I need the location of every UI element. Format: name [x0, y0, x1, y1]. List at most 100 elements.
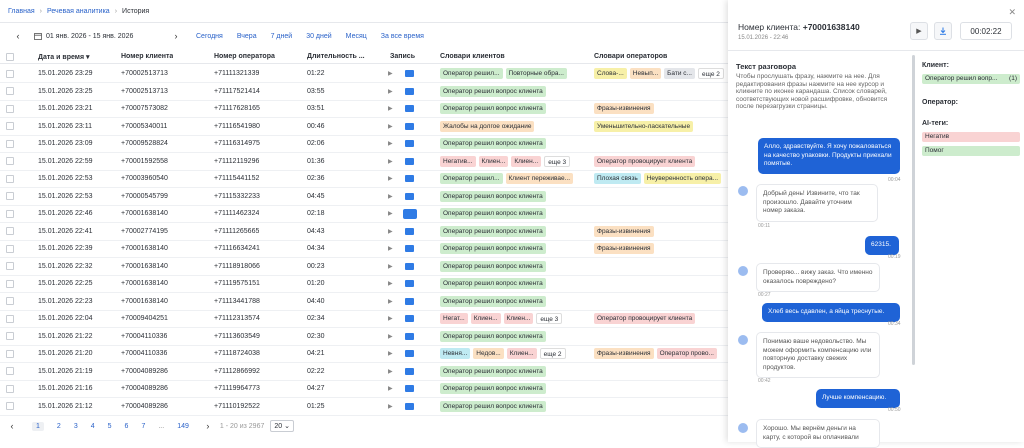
dict-tag[interactable]: Оператор решил вопрос клиента — [440, 225, 546, 237]
prev-period-icon[interactable]: ‹ — [12, 31, 24, 41]
dict-tag[interactable]: Уменьшительно-ласкательные — [594, 120, 694, 132]
ai-tag-helped[interactable]: Помог — [922, 146, 1020, 156]
transcript-icon[interactable] — [405, 245, 414, 252]
row-checkbox[interactable] — [6, 192, 14, 200]
dict-tag[interactable]: Оператор прово... — [656, 348, 717, 359]
transcript-icon[interactable] — [405, 140, 414, 147]
table-row[interactable]: 15.01.2026 22:23 +70001638140 +71113441788… — [0, 293, 728, 311]
play-icon[interactable]: ▶ — [388, 193, 393, 200]
page-149[interactable]: 149 — [177, 423, 189, 430]
dict-tag[interactable]: Оператор решил вопрос клиента — [440, 295, 546, 307]
row-checkbox[interactable] — [6, 384, 14, 393]
dict-tag[interactable]: Оператор решил... — [440, 68, 503, 79]
table-row[interactable]: 15.01.2026 23:09 +70009528824 +71116314975… — [0, 135, 728, 153]
client-tag[interactable]: Оператор решил вопр... (1) — [922, 74, 1020, 84]
page-4[interactable]: 4 — [91, 423, 95, 430]
dict-tag[interactable]: Фразы-извинения — [594, 225, 654, 237]
play-icon[interactable]: ▶ — [388, 403, 393, 410]
transcript-icon[interactable] — [405, 175, 414, 182]
table-row[interactable]: 15.01.2026 23:29 +70002513713 +71111321339… — [0, 65, 728, 83]
table-row[interactable]: 15.01.2026 22:59 +70001592558 +71112119296… — [0, 153, 728, 171]
dict-tag[interactable]: Оператор решил вопрос клиента — [440, 330, 546, 342]
transcript-icon[interactable] — [405, 315, 414, 322]
message-operator[interactable]: Понимаю ваше недовольство. Мы можем офор… — [756, 332, 880, 378]
dict-tag[interactable]: Клиен... — [478, 155, 509, 167]
row-checkbox[interactable] — [6, 279, 14, 288]
row-checkbox[interactable] — [6, 69, 14, 78]
transcript-icon[interactable] — [405, 402, 414, 410]
transcript-icon[interactable] — [405, 157, 414, 165]
table-row[interactable]: 15.01.2026 22:32 +70001638140 +71118918066… — [0, 258, 728, 276]
table-row[interactable]: 15.01.2026 22:04 +70009404251 +71112313574… — [0, 310, 728, 328]
quick-filter-7days[interactable]: 7 дней — [271, 33, 293, 40]
prev-page-icon[interactable]: ‹ — [6, 421, 18, 431]
dict-tag[interactable]: Оператор решил вопрос клиента — [440, 243, 546, 254]
next-period-icon[interactable]: › — [170, 31, 182, 41]
row-checkbox[interactable] — [6, 157, 14, 165]
transcript-icon[interactable] — [405, 350, 414, 357]
row-checkbox[interactable] — [6, 262, 14, 270]
play-icon[interactable]: ▶ — [388, 298, 393, 305]
transcript-icon[interactable] — [405, 385, 414, 392]
dict-tag[interactable]: Повторные обра... — [505, 68, 567, 79]
play-icon[interactable]: ▶ — [388, 228, 393, 235]
play-icon[interactable]: ▶ — [388, 315, 393, 322]
page-6[interactable]: 6 — [125, 423, 129, 430]
play-icon[interactable]: ▶ — [388, 350, 393, 357]
dict-tag[interactable]: еще 2 — [539, 348, 566, 359]
message-operator[interactable]: Проверяю... вижу заказ. Что именно оказа… — [756, 263, 880, 292]
table-row[interactable]: 15.01.2026 22:41 +70002774195 +71111265665… — [0, 223, 728, 241]
dict-tag[interactable]: Оператор решил вопрос клиента — [440, 103, 546, 114]
transcript-icon[interactable] — [405, 70, 414, 77]
dict-tag[interactable]: Слова-... — [594, 68, 627, 79]
dict-tag[interactable]: Оператор решил вопрос клиента — [440, 208, 546, 219]
table-row[interactable]: 15.01.2026 22:25 +70001638140 +71119575151… — [0, 275, 728, 293]
dict-tag[interactable]: Фразы-извинения — [594, 243, 654, 254]
quick-filter-today[interactable]: Сегодня — [196, 33, 223, 40]
row-checkbox[interactable] — [6, 174, 14, 183]
play-icon[interactable]: ▶ — [388, 175, 393, 182]
row-checkbox[interactable] — [6, 349, 14, 358]
table-row[interactable]: 15.01.2026 21:19 +70004089286 +71112866992… — [0, 363, 728, 381]
dict-tag[interactable]: Плохая связь — [594, 173, 641, 184]
table-row[interactable]: 15.01.2026 22:53 +70000545799 +71115332233… — [0, 188, 728, 206]
row-checkbox[interactable] — [6, 87, 14, 95]
dict-tag[interactable]: Оператор провоцирует клиента — [594, 313, 696, 324]
play-icon[interactable]: ▶ — [388, 88, 393, 95]
dict-tag[interactable]: Оператор решил вопрос клиента — [440, 85, 546, 97]
dict-tag[interactable]: Жалобы на долгое ожидание — [440, 120, 535, 132]
quick-filter-all-time[interactable]: За все время — [381, 33, 424, 40]
ai-tag-negative[interactable]: Негатив — [922, 132, 1020, 142]
transcript-icon[interactable] — [403, 208, 417, 219]
row-checkbox[interactable] — [6, 209, 14, 218]
page-size-select[interactable]: 20 ⌄ — [270, 420, 294, 432]
transcript-icon[interactable] — [405, 192, 414, 200]
dict-tag[interactable]: еще 3 — [544, 155, 571, 167]
dict-tag[interactable]: Оператор решил вопрос клиента — [440, 400, 546, 412]
dict-tag[interactable]: Оператор решил вопрос клиента — [440, 260, 546, 272]
dict-tag[interactable]: Недов... — [473, 348, 504, 359]
play-icon[interactable]: ▶ — [388, 158, 393, 165]
dict-tag[interactable]: Оператор решил вопрос клиента — [440, 278, 546, 289]
table-row[interactable]: 15.01.2026 23:21 +70007573082 +71117628165… — [0, 100, 728, 118]
close-icon[interactable]: ✕ — [1008, 7, 1016, 18]
dict-tag[interactable]: Оператор решил вопрос клиента — [440, 138, 546, 149]
table-row[interactable]: 15.01.2026 21:20 +70004110336 +71118724038… — [0, 345, 728, 363]
play-icon[interactable]: ▶ — [388, 280, 393, 287]
dict-tag[interactable]: Фразы-извинения — [594, 103, 654, 114]
quick-filter-month[interactable]: Месяц — [346, 33, 367, 40]
page-1[interactable]: 1 — [32, 421, 44, 431]
quick-filter-yesterday[interactable]: Вчера — [237, 33, 257, 40]
row-checkbox[interactable] — [6, 402, 14, 410]
row-checkbox[interactable] — [6, 227, 14, 235]
row-checkbox[interactable] — [6, 122, 14, 130]
dict-tag[interactable]: Клиент переживае... — [505, 173, 574, 184]
play-icon[interactable]: ▶ — [388, 245, 393, 252]
breadcrumb-home[interactable]: Главная — [8, 8, 35, 15]
transcript-icon[interactable] — [405, 105, 414, 112]
table-row[interactable]: 15.01.2026 21:22 +70004110336 +71113603549… — [0, 328, 728, 346]
play-icon[interactable]: ▶ — [388, 385, 393, 392]
row-checkbox[interactable] — [6, 314, 14, 323]
page-7[interactable]: 7 — [141, 423, 145, 430]
dict-tag[interactable]: Бати с... — [664, 68, 695, 79]
